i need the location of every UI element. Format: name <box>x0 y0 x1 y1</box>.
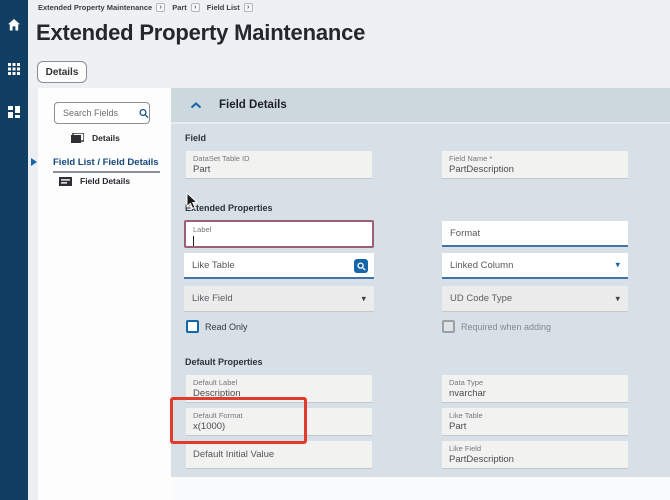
chevron-down-icon: ▾ <box>615 294 620 303</box>
like-field-dropdown: Like Field ▾ <box>184 286 374 312</box>
breadcrumb-item-extended-property-maintenance[interactable]: Extended Property Maintenance <box>38 3 152 12</box>
format-input[interactable]: Format <box>442 221 628 247</box>
tab-details[interactable]: Details <box>37 61 87 83</box>
default-label-field: Default Label Description <box>186 375 372 402</box>
tree-group-underline <box>53 171 160 173</box>
details-card-icon <box>71 133 84 143</box>
tree-item-label: Field Details <box>80 176 130 186</box>
field-label: DataSet Table ID <box>186 151 372 163</box>
field-value: nvarchar <box>442 387 628 399</box>
field-label: Format <box>442 228 480 239</box>
field-label: Like Field <box>442 441 628 453</box>
section-heading-field: Field <box>185 133 206 143</box>
field-name-field: Field Name * PartDescription <box>442 151 628 178</box>
field-label: Field Name * <box>442 151 628 163</box>
dataset-table-id-field: DataSet Table ID Part <box>186 151 372 178</box>
breadcrumb: Extended Property Maintenance › Part › F… <box>38 3 260 12</box>
search-fields-box <box>54 102 150 124</box>
field-label: Like Field <box>184 293 233 304</box>
chevron-down-icon: ▾ <box>361 294 366 303</box>
breadcrumb-chevron-icon[interactable]: › <box>156 3 165 12</box>
sidebar-panel: Details Field List / Field Details Field… <box>38 88 171 500</box>
section-heading-default-properties: Default Properties <box>185 357 263 367</box>
field-value: Description <box>186 387 372 399</box>
default-format-field: Default Format x(1000) <box>186 408 372 435</box>
field-value: Part <box>186 163 372 175</box>
search-fields-input[interactable] <box>61 107 137 119</box>
read-only-checkbox-row[interactable]: Read Only <box>186 320 248 333</box>
field-value: PartDescription <box>442 453 628 465</box>
tree-item-details[interactable]: Details <box>71 133 120 143</box>
breadcrumb-chevron-icon[interactable]: › <box>191 3 200 12</box>
chevron-down-icon[interactable]: ▾ <box>615 261 620 270</box>
breadcrumb-item-part[interactable]: Part <box>172 3 187 12</box>
read-only-checkbox[interactable] <box>186 320 199 333</box>
required-when-adding-checkbox-row: Required when adding <box>442 320 551 333</box>
tree-group-field-list[interactable]: Field List / Field Details <box>53 157 159 168</box>
dashboard-tiles-icon[interactable] <box>7 105 21 119</box>
label-input[interactable]: Label <box>184 220 374 248</box>
like-table-input[interactable]: Like Table <box>184 253 374 279</box>
field-details-panel-header[interactable]: Field Details <box>171 88 670 124</box>
linked-column-dropdown[interactable]: Linked Column ▾ <box>442 253 628 279</box>
field-value: PartDescription <box>442 163 628 175</box>
default-initial-value-field: Default Initial Value <box>186 441 372 468</box>
ud-code-type-dropdown: UD Code Type ▾ <box>442 286 628 312</box>
field-label: UD Code Type <box>442 293 512 304</box>
required-when-adding-checkbox <box>442 320 455 333</box>
lookup-search-icon <box>357 262 366 271</box>
breadcrumb-chevron-icon[interactable]: › <box>244 3 253 12</box>
panel-title: Field Details <box>219 99 287 111</box>
like-table-lookup-button[interactable] <box>354 259 368 273</box>
field-label: Default Label <box>186 375 372 387</box>
page-title: Extended Property Maintenance <box>36 20 365 46</box>
field-label: Like Table <box>184 260 235 271</box>
collapse-chevron-up-icon[interactable] <box>190 102 202 109</box>
search-icon[interactable] <box>139 108 149 119</box>
field-label: Data Type <box>442 375 628 387</box>
apps-grid-icon[interactable] <box>7 62 21 76</box>
nav-rail <box>0 0 28 500</box>
field-value: x(1000) <box>186 420 372 432</box>
like-table-default-field: Like Table Part <box>442 408 628 435</box>
tree-item-field-details[interactable]: Field Details <box>59 176 130 186</box>
section-heading-extended-properties: Extended Properties <box>185 203 273 213</box>
field-label: Default Initial Value <box>186 449 274 460</box>
text-caret <box>193 236 194 246</box>
field-details-form-icon <box>59 177 72 186</box>
tree-item-label: Details <box>92 133 120 143</box>
app-window: Extended Property Maintenance › Part › F… <box>0 0 670 500</box>
field-label: Default Format <box>186 408 372 420</box>
checkbox-label: Read Only <box>205 322 248 332</box>
home-icon[interactable] <box>7 18 21 32</box>
checkbox-label: Required when adding <box>461 322 551 332</box>
field-label: Like Table <box>442 408 628 420</box>
field-label: Label <box>186 222 372 234</box>
field-value: Part <box>442 420 628 432</box>
left-gutter <box>28 88 38 500</box>
data-type-field: Data Type nvarchar <box>442 375 628 402</box>
field-label: Linked Column <box>442 260 513 271</box>
breadcrumb-item-field-list[interactable]: Field List <box>207 3 240 12</box>
tree-selection-arrow-icon <box>31 158 37 166</box>
like-field-default-field: Like Field PartDescription <box>442 441 628 468</box>
